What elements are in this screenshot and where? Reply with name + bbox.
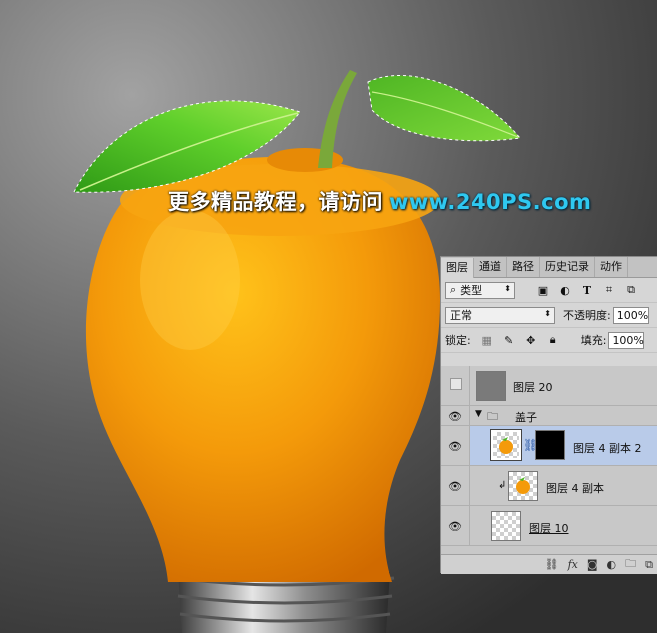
blend-mode-select[interactable]: 正常 ⬍ bbox=[445, 306, 555, 324]
layer-name: 图层 4 副本 2 bbox=[573, 442, 642, 455]
layer-thumbnail bbox=[476, 371, 506, 401]
layer-thumbnail bbox=[490, 429, 522, 461]
filter-kind-select[interactable]: ⌕ 类型 ⬍ bbox=[445, 281, 515, 299]
tab-paths[interactable]: 路径 bbox=[507, 257, 540, 277]
watermark: 更多精品教程，请访问 www.240PS.com bbox=[168, 186, 591, 216]
updown-arrow-icon: ⬍ bbox=[504, 283, 511, 293]
fill-label: 填充: bbox=[580, 334, 607, 347]
watermark-text: 更多精品教程，请访问 bbox=[168, 190, 383, 214]
filter-kind-value: 类型 bbox=[460, 284, 483, 297]
visibility-off-box[interactable] bbox=[450, 378, 462, 390]
layers-list: 图层 20 👁︎ ▼ 🗀︎ 盖子 👁︎ ⛓︎ 图层 4 副本 2 👁︎ ↲ 图层… bbox=[441, 366, 657, 554]
tab-channels[interactable]: 通道 bbox=[474, 257, 507, 277]
layer-name: 图层 20 bbox=[513, 381, 553, 394]
layers-panel: 图层 通道 路径 历史记录 动作 ⌕ 类型 ⬍ ▣ ◐ T ⌗ ⧉ 正常 ⬍ 不… bbox=[440, 256, 657, 574]
filter-adjustment-icon[interactable]: ◐ bbox=[557, 282, 573, 298]
link-layers-icon[interactable]: ⛓︎ bbox=[545, 558, 559, 571]
lock-row: 锁定: ▦ ✎ ✥ 🔒︎ 填充: 100% bbox=[441, 328, 657, 353]
opacity-input[interactable]: 100% bbox=[612, 306, 649, 324]
panel-footer: ⛓︎ fx ◙ ◐ 🗀︎ ⧉ bbox=[441, 554, 657, 574]
panel-tabs: 图层 通道 路径 历史记录 动作 bbox=[441, 257, 657, 278]
filter-smart-object-icon[interactable]: ⧉ bbox=[623, 282, 639, 298]
layer-row[interactable]: 图层 20 bbox=[441, 366, 657, 406]
lock-move-icon[interactable]: ✥ bbox=[523, 332, 539, 348]
filter-shape-icon[interactable]: ⌗ bbox=[601, 282, 617, 298]
fill-input[interactable]: 100% bbox=[608, 331, 645, 349]
layer-row[interactable]: 👁︎ 图层 10 bbox=[441, 506, 657, 546]
new-layer-icon[interactable]: ⧉ bbox=[645, 558, 653, 572]
eye-icon[interactable]: 👁︎ bbox=[447, 438, 463, 454]
lock-label: 锁定: bbox=[445, 334, 471, 347]
layer-thumbnail bbox=[508, 471, 538, 501]
adjustment-layer-icon[interactable]: ◐ bbox=[607, 558, 617, 571]
fx-icon[interactable]: fx bbox=[568, 558, 578, 571]
eye-icon[interactable]: 👁︎ bbox=[447, 478, 463, 494]
blend-row: 正常 ⬍ 不透明度: 100% bbox=[441, 303, 657, 328]
folder-icon: 🗀︎ bbox=[487, 410, 498, 423]
layer-mask-thumbnail bbox=[535, 430, 565, 460]
layer-row[interactable]: 👁︎ ↲ 图层 4 副本 bbox=[441, 466, 657, 506]
layer-name: 盖子 bbox=[515, 411, 537, 424]
new-group-icon[interactable]: 🗀︎ bbox=[625, 555, 636, 574]
filter-pixel-icon[interactable]: ▣ bbox=[535, 282, 551, 298]
filter-row: ⌕ 类型 ⬍ ▣ ◐ T ⌗ ⧉ bbox=[441, 278, 657, 303]
lock-transparent-icon[interactable]: ▦ bbox=[479, 332, 495, 348]
tab-actions[interactable]: 动作 bbox=[595, 257, 628, 277]
layer-row-selected[interactable]: 👁︎ ⛓︎ 图层 4 副本 2 bbox=[441, 426, 657, 466]
lock-all-icon[interactable]: 🔒︎ bbox=[545, 332, 561, 348]
blend-mode-value: 正常 bbox=[450, 309, 472, 322]
add-mask-icon[interactable]: ◙ bbox=[587, 558, 598, 571]
chevron-down-icon[interactable]: ▼ bbox=[475, 409, 482, 419]
search-icon: ⌕ bbox=[450, 283, 457, 296]
watermark-url: www.240PS.com bbox=[389, 190, 592, 214]
tab-layers[interactable]: 图层 bbox=[441, 258, 474, 278]
layer-name: 图层 4 副本 bbox=[546, 482, 604, 495]
opacity-label: 不透明度: bbox=[563, 309, 611, 322]
lock-brush-icon[interactable]: ✎ bbox=[501, 332, 517, 348]
layer-group-row[interactable]: 👁︎ ▼ 🗀︎ 盖子 bbox=[441, 406, 657, 426]
tab-history[interactable]: 历史记录 bbox=[540, 257, 595, 277]
updown-arrow-icon: ⬍ bbox=[544, 308, 551, 318]
layer-thumbnail bbox=[491, 511, 521, 541]
eye-icon[interactable]: 👁︎ bbox=[447, 408, 463, 424]
eye-icon[interactable]: 👁︎ bbox=[447, 518, 463, 534]
layer-name: 图层 10 bbox=[529, 522, 569, 535]
clipping-arrow-icon: ↲ bbox=[498, 480, 507, 491]
filter-type-icon[interactable]: T bbox=[579, 282, 595, 298]
